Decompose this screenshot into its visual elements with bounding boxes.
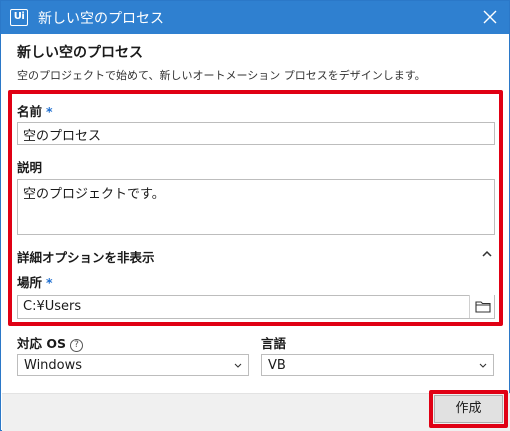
dialog-description: 空のプロジェクトで始めて、新しいオートメーション プロセスをデザインします。 bbox=[17, 69, 426, 82]
window-title: 新しい空のプロセス bbox=[38, 11, 164, 27]
highlight-frame-create bbox=[429, 390, 508, 428]
chevron-down-icon bbox=[479, 363, 487, 368]
app-logo-icon: Ui bbox=[10, 9, 28, 26]
language-select-value: VB bbox=[268, 358, 286, 373]
highlight-frame-form bbox=[8, 90, 503, 326]
help-icon[interactable]: ? bbox=[69, 339, 83, 352]
os-label-text: 対応 OS bbox=[17, 336, 66, 351]
titlebar: Ui 新しい空のプロセス bbox=[1, 1, 509, 34]
language-label: 言語 bbox=[261, 336, 287, 351]
os-label: 対応 OS? bbox=[17, 333, 83, 352]
close-icon[interactable] bbox=[483, 10, 497, 24]
language-select[interactable]: VB bbox=[261, 354, 494, 376]
dialog-window: Ui 新しい空のプロセス 新しい空のプロセス 空のプロジェクトで始めて、新しいオ… bbox=[0, 0, 510, 431]
dialog-heading: 新しい空のプロセス bbox=[17, 45, 143, 61]
chevron-down-icon bbox=[234, 363, 242, 368]
os-select-value: Windows bbox=[24, 358, 83, 373]
os-select[interactable]: Windows bbox=[17, 354, 249, 376]
